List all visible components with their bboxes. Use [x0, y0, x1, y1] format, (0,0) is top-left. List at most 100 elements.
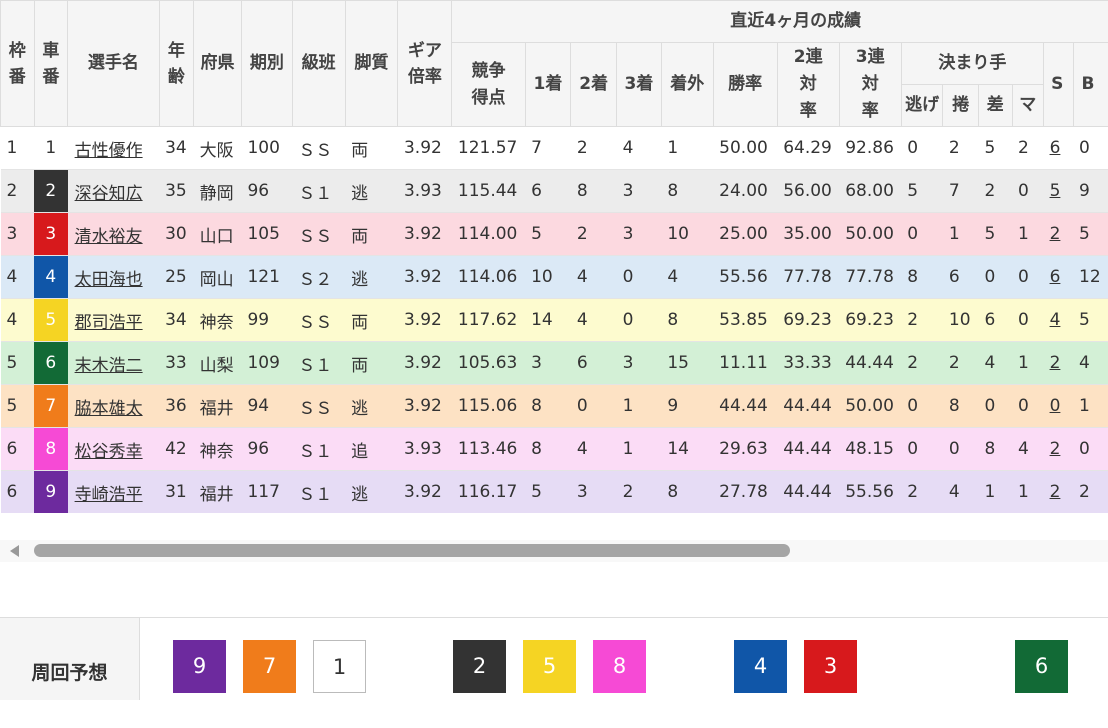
rider-name-link[interactable]: 深谷知広	[75, 184, 143, 204]
rider-name-link[interactable]: 脇本雄太	[75, 399, 143, 419]
age-cell: 25	[159, 256, 194, 299]
bike-number-badge: 2	[34, 170, 68, 213]
lap-box: 7	[243, 640, 296, 693]
out-cell: 10	[661, 213, 713, 256]
sashi-cell: 0	[979, 256, 1013, 299]
nige-cell: 0	[901, 213, 943, 256]
header-sashi: 差	[979, 85, 1013, 127]
lap-box: 2	[453, 640, 506, 693]
rate3-cell: 50.00	[839, 213, 901, 256]
gear-cell: 3.92	[398, 471, 452, 514]
third-cell: 2	[617, 471, 662, 514]
term-cell: 117	[241, 471, 292, 514]
second-cell: 4	[571, 256, 617, 299]
mark-cell: 2	[1012, 127, 1044, 170]
nige-cell: 0	[901, 385, 943, 428]
s-link[interactable]: 2	[1050, 439, 1061, 459]
lap-prediction-area: 9 7 1 2 5 8 4 3 6	[139, 617, 1108, 700]
gear-cell: 3.93	[398, 170, 452, 213]
rider-name-link[interactable]: 郡司浩平	[75, 313, 143, 333]
header-name: 選手名	[68, 1, 160, 127]
term-cell: 99	[241, 299, 292, 342]
s-link[interactable]: 4	[1050, 310, 1061, 330]
score-cell: 116.17	[452, 471, 525, 514]
makuri-cell: 8	[943, 385, 979, 428]
sashi-cell: 0	[979, 385, 1013, 428]
grade-cell: Ｓ１	[292, 342, 345, 385]
style-cell: 追	[345, 428, 398, 471]
waku-cell: 6	[1, 428, 35, 471]
waku-cell: 1	[1, 127, 35, 170]
pref-cell: 福井	[194, 385, 242, 428]
term-cell: 105	[241, 213, 292, 256]
s-link[interactable]: 2	[1050, 482, 1061, 502]
header-b: B	[1073, 43, 1108, 127]
rider-name-link[interactable]: 太田海也	[75, 270, 143, 290]
rider-name-cell: 末木浩二	[68, 342, 160, 385]
s-link[interactable]: 6	[1050, 267, 1061, 287]
out-cell: 1	[661, 127, 713, 170]
s-cell: 5	[1044, 170, 1073, 213]
s-link[interactable]: 2	[1050, 224, 1061, 244]
horizontal-scrollbar[interactable]	[0, 540, 1108, 562]
lap-prediction-label: 周回予想	[0, 617, 139, 700]
sashi-cell: 8	[979, 428, 1013, 471]
s-link[interactable]: 6	[1050, 138, 1061, 158]
b-cell: 2	[1073, 471, 1108, 514]
header-score: 競争得点	[452, 43, 525, 127]
nige-cell: 0	[901, 428, 943, 471]
second-cell: 4	[571, 299, 617, 342]
pref-cell: 山梨	[194, 342, 242, 385]
table-row: 5 6 末木浩二 33 山梨 109 Ｓ１ 両 3.92 105.63 3 6 …	[1, 342, 1108, 385]
age-cell: 31	[159, 471, 194, 514]
s-link[interactable]: 0	[1050, 396, 1061, 416]
third-cell: 3	[617, 170, 662, 213]
scrollbar-thumb[interactable]	[34, 544, 790, 557]
win-rate-cell: 50.00	[713, 127, 777, 170]
rider-name-link[interactable]: 清水裕友	[75, 227, 143, 247]
rate3-cell: 55.56	[839, 471, 901, 514]
entry-table-container[interactable]: 枠番 車番 選手名 年齢 府県 期別 級班 脚質 ギア倍率 直近4ヶ月の成績 競…	[0, 0, 1108, 513]
lap-box: 5	[523, 640, 576, 693]
lap-box: 1	[313, 640, 366, 693]
header-term: 期別	[241, 1, 292, 127]
second-cell: 2	[571, 213, 617, 256]
rider-name-link[interactable]: 松谷秀幸	[75, 442, 143, 462]
score-cell: 113.46	[452, 428, 525, 471]
win-rate-cell: 29.63	[713, 428, 777, 471]
first-cell: 8	[525, 428, 571, 471]
s-link[interactable]: 5	[1050, 181, 1061, 201]
makuri-cell: 7	[943, 170, 979, 213]
grade-cell: ＳＳ	[292, 385, 345, 428]
rider-name-link[interactable]: 古性優作	[75, 141, 143, 161]
header-makuri: 捲	[943, 85, 979, 127]
term-cell: 94	[241, 385, 292, 428]
gear-cell: 3.92	[398, 299, 452, 342]
rate3-cell: 44.44	[839, 342, 901, 385]
scroll-left-arrow-icon[interactable]	[10, 545, 19, 557]
score-cell: 117.62	[452, 299, 525, 342]
third-cell: 4	[617, 127, 662, 170]
waku-cell: 6	[1, 471, 35, 514]
s-link[interactable]: 2	[1050, 353, 1061, 373]
bike-number-badge: 6	[34, 342, 68, 385]
rider-name-cell: 脇本雄太	[68, 385, 160, 428]
third-cell: 1	[617, 428, 662, 471]
s-cell: 2	[1044, 471, 1073, 514]
rider-name-link[interactable]: 末木浩二	[75, 356, 143, 376]
first-cell: 5	[525, 471, 571, 514]
win-rate-cell: 11.11	[713, 342, 777, 385]
second-cell: 6	[571, 342, 617, 385]
pref-cell: 山口	[194, 213, 242, 256]
header-recent-results: 直近4ヶ月の成績	[452, 1, 1108, 43]
rate2-cell: 64.29	[777, 127, 839, 170]
gear-cell: 3.92	[398, 256, 452, 299]
pref-cell: 神奈	[194, 299, 242, 342]
rate2-cell: 44.44	[777, 385, 839, 428]
rider-name-link[interactable]: 寺崎浩平	[75, 485, 143, 505]
table-row: 1 1 古性優作 34 大阪 100 ＳＳ 両 3.92 121.57 7 2 …	[1, 127, 1108, 170]
waku-cell: 5	[1, 342, 35, 385]
sashi-cell: 1	[979, 471, 1013, 514]
out-cell: 14	[661, 428, 713, 471]
mark-cell: 0	[1012, 385, 1044, 428]
